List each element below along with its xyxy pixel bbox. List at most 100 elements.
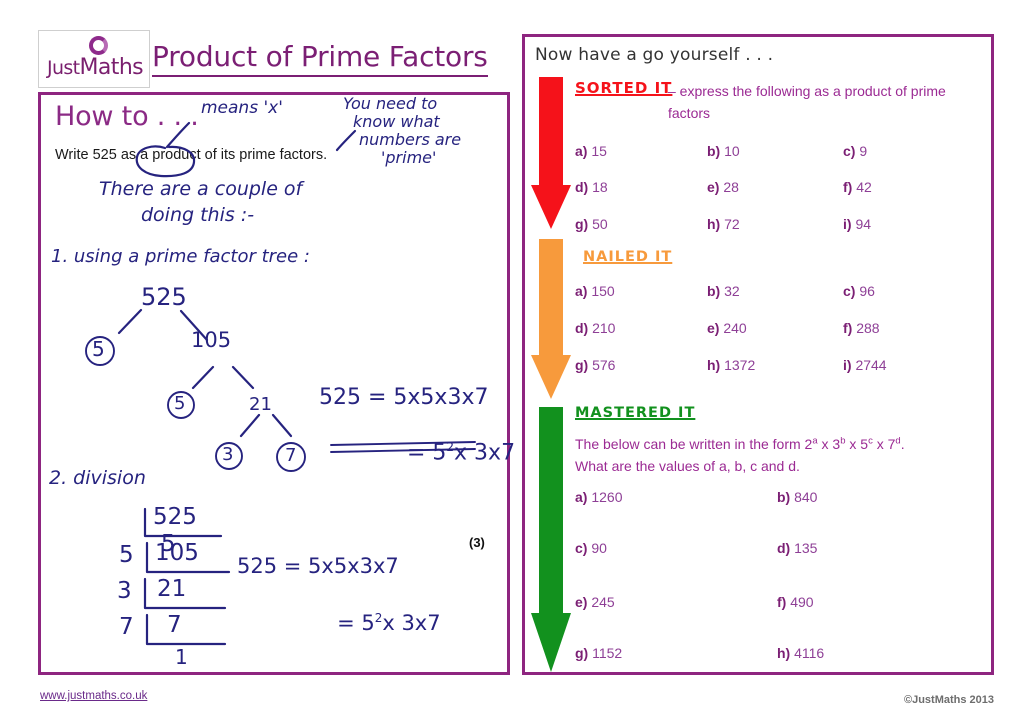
how-to-heading: How to . . . [55, 101, 199, 132]
q-label: d) [575, 320, 589, 336]
annotation-prime-line1: You need to [343, 94, 438, 113]
method-1-label: 1. using a prime factor tree : [51, 246, 310, 267]
question-sorted-e: e) 28 [707, 179, 739, 195]
q-label: a) [575, 283, 588, 299]
q-label: i) [843, 216, 852, 232]
division-result-line1: 525 = 5x5x3x7 [237, 554, 399, 578]
worked-example-prompt: Write 525 as a product of its prime fact… [55, 147, 328, 163]
method-2-label: 2. division [49, 467, 146, 489]
sorted-it-description: – express the following as a product of … [668, 83, 946, 121]
question-mastered-b: b) 840 [777, 489, 817, 505]
q-value: 9 [859, 143, 868, 159]
badge-sorted-it: SORTED IT [575, 79, 673, 97]
question-nailed-h: h) 1372 [707, 357, 755, 373]
logo-ring-icon [89, 36, 108, 55]
annotation-ways-line1: There are a couple of [99, 178, 303, 200]
tree-node-105: 105 [191, 328, 232, 352]
question-mastered-f: f) 490 [777, 594, 814, 610]
annotation-ways-line2: doing this :- [141, 204, 255, 226]
q-label: b) [707, 283, 721, 299]
badge-mastered-it: MASTERED IT [575, 405, 696, 421]
worksheet-page: JustMaths Product of Prime Factors How t… [0, 0, 1024, 726]
q-value: 240 [723, 320, 747, 336]
q-label: f) [843, 320, 853, 336]
tree-node-3: 3 [222, 444, 234, 465]
q-label: g) [575, 357, 589, 373]
tree-root-525: 525 [141, 283, 187, 311]
tree-node-5-b: 5 [174, 393, 186, 414]
question-nailed-g: g) 576 [575, 357, 615, 373]
tree-result-line2-rest: x 3x7 [454, 440, 516, 466]
q-value: 840 [794, 489, 818, 505]
q-label: e) [575, 594, 588, 610]
q-label: c) [843, 143, 856, 159]
division-divisor-1: 5 [119, 542, 134, 568]
q-label: g) [575, 216, 589, 232]
q-value: 210 [592, 320, 616, 336]
q-value: 135 [794, 540, 818, 556]
mastered-desc-seg4: x 7 [872, 436, 896, 452]
question-sorted-a: a) 15 [575, 143, 607, 159]
q-label: a) [575, 143, 588, 159]
q-value: 150 [591, 283, 615, 299]
q-label: d) [575, 179, 589, 195]
q-label: a) [575, 489, 588, 505]
q-value: 94 [855, 216, 872, 232]
division-dividend-0: 525 [153, 504, 197, 530]
division-result-line2-lead: = 5 [337, 610, 375, 635]
page-title: Product of Prime Factors [152, 40, 488, 77]
q-value: 96 [859, 283, 875, 299]
mastered-desc-seg3: x 5 [845, 436, 869, 452]
q-value: 4116 [794, 645, 825, 661]
q-label: d) [777, 540, 791, 556]
q-value: 72 [724, 216, 740, 232]
q-value: 1372 [724, 357, 756, 373]
q-label: b) [707, 143, 721, 159]
division-divisor-3: 7 [119, 614, 134, 640]
tree-result-line1: 525 = 5x5x3x7 [319, 385, 489, 410]
practice-intro: Now have a go yourself . . . [535, 45, 774, 65]
q-label: h) [777, 645, 791, 661]
division-remainder: 1 [175, 645, 188, 669]
marks-indicator: (3) [469, 535, 485, 550]
q-value: 42 [856, 179, 872, 195]
q-label: e) [707, 320, 720, 336]
q-value: 288 [856, 320, 880, 336]
annotation-prime-line2: know what [353, 112, 440, 131]
q-value: 18 [592, 179, 608, 195]
question-nailed-a: a) 150 [575, 283, 615, 299]
q-value: 576 [592, 357, 616, 373]
badge-nailed-it: NAILED IT [583, 249, 673, 265]
question-nailed-b: b) 32 [707, 283, 740, 299]
q-label: c) [843, 283, 856, 299]
q-value: 90 [591, 540, 607, 556]
justmaths-logo: JustMaths [38, 30, 150, 88]
mastered-desc-line2: What are the values of a, b, c and d. [575, 458, 800, 475]
tree-node-5-a: 5 [92, 337, 105, 361]
question-nailed-c: c) 96 [843, 283, 875, 299]
q-label: h) [707, 216, 721, 232]
question-sorted-b: b) 10 [707, 143, 740, 159]
question-mastered-h: h) 4116 [777, 645, 824, 661]
logo-wordmark: JustMaths [43, 55, 147, 80]
question-sorted-f: f) 42 [843, 179, 872, 195]
division-result-line2: = 52x 3x7 [297, 589, 441, 657]
tree-result-line2-lead: = 5 [406, 440, 447, 466]
division-divisor-2: 3 [117, 578, 132, 604]
question-sorted-g: g) 50 [575, 216, 608, 232]
division-result-line2-rest: x 3x7 [382, 610, 441, 635]
mastered-it-arrow-icon [531, 407, 571, 672]
division-dividend-3: 7 [167, 612, 182, 638]
question-sorted-i: i) 94 [843, 216, 871, 232]
annotation-means-times: means 'x' [201, 98, 283, 118]
q-label: b) [777, 489, 791, 505]
footer-website-link[interactable]: www.justmaths.co.uk [40, 690, 147, 702]
q-value: 1152 [592, 645, 623, 661]
question-mastered-c: c) 90 [575, 540, 607, 556]
q-value: 1260 [591, 489, 623, 505]
division-dividend-1: 105 [155, 540, 199, 566]
q-value: 50 [592, 216, 608, 232]
tree-node-21: 21 [249, 394, 272, 415]
question-nailed-d: d) 210 [575, 320, 615, 336]
footer-copyright: ©JustMaths 2013 [903, 694, 994, 706]
